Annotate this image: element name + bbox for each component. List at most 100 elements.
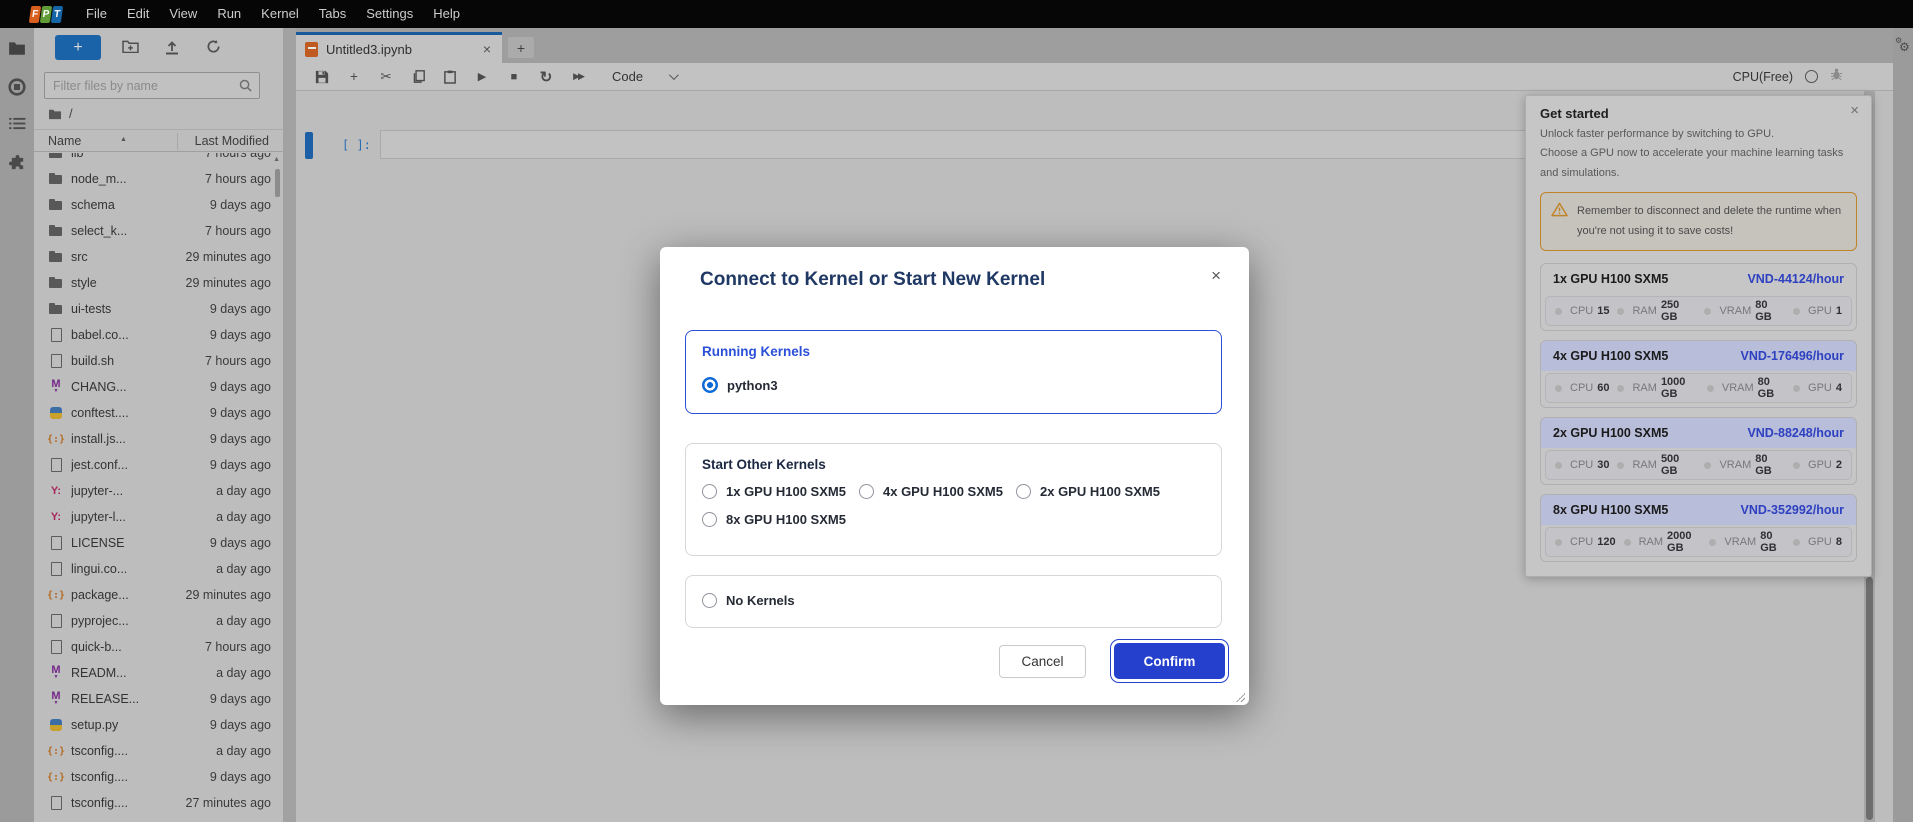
file-row[interactable]: package... 29 minutes ago [34,582,283,608]
cancel-button[interactable]: Cancel [999,645,1086,678]
file-row[interactable]: src 29 minutes ago [34,244,283,270]
upload-icon[interactable] [165,39,179,60]
spec-label-cpu: CPU [1570,382,1593,394]
kernel-option-python3[interactable]: python3 [702,377,778,393]
fast-forward-icon[interactable]: ▶▶ [571,71,585,82]
file-row[interactable]: lib 7 hours ago [34,153,283,166]
gpu-card[interactable]: 4x GPU H100 SXM5 VND-176496/hour CPU 60 … [1540,340,1857,408]
file-row[interactable]: lingui.co... a day ago [34,556,283,582]
menu-item[interactable]: Kernel [251,0,309,28]
panel-splitter[interactable] [283,28,296,822]
dialog-resize-handle[interactable] [1235,692,1245,702]
file-row[interactable]: ui-tests 9 days ago [34,296,283,322]
menu-item[interactable]: View [159,0,207,28]
panel-subtitle-2: Choose a GPU now to accelerate your mach… [1540,144,1857,183]
file-modified-time: 9 days ago [210,458,271,472]
gpu-card[interactable]: 8x GPU H100 SXM5 VND-352992/hour CPU 120… [1540,494,1857,562]
file-row[interactable]: LICENSE 9 days ago [34,530,283,556]
file-row[interactable]: babel.co... 9 days ago [34,322,283,348]
menu-item[interactable]: Edit [117,0,159,28]
dialog-close-icon[interactable]: × [1211,266,1221,286]
kernel-name[interactable]: CPU(Free) [1733,70,1793,84]
radio-icon[interactable] [702,512,717,527]
menu-item[interactable]: Tabs [309,0,356,28]
extensions-icon[interactable] [0,155,34,172]
insert-cell-icon[interactable]: + [347,69,361,84]
refresh-icon[interactable] [206,39,221,59]
file-row[interactable]: node_m... 7 hours ago [34,166,283,192]
file-row[interactable]: quick-b... 7 hours ago [34,634,283,660]
menu-item[interactable]: Run [207,0,251,28]
tab-title: Untitled3.ipynb [326,42,412,57]
running-kernels-icon[interactable] [0,78,34,96]
kernel-status-icon[interactable] [1805,70,1818,83]
file-row[interactable]: jupyter-... a day ago [34,478,283,504]
kernel-option-none[interactable]: No Kernels [702,593,795,608]
file-type-icon [48,691,64,707]
stop-icon[interactable]: ■ [507,71,521,83]
new-launcher-button[interactable]: + [55,35,101,60]
file-row[interactable]: build.sh 7 hours ago [34,348,283,374]
tab-untitled3[interactable]: Untitled3.ipynb × [296,32,502,63]
file-name: lib [71,153,205,160]
radio-icon[interactable] [702,484,717,499]
radio-icon[interactable] [1016,484,1031,499]
column-header-modified[interactable]: Last Modified [195,134,269,148]
paste-icon[interactable] [443,70,457,84]
column-header-name[interactable]: Name [48,134,81,148]
menu-item[interactable]: File [76,0,117,28]
file-row[interactable]: pyprojec... a day ago [34,608,283,634]
confirm-button[interactable]: Confirm [1114,643,1225,679]
restart-kernel-icon[interactable]: ↻ [539,68,553,86]
kernel-option[interactable]: 2x GPU H100 SXM5 [1016,484,1173,499]
copy-icon[interactable] [411,70,425,83]
radio-icon[interactable] [702,593,717,608]
file-browser-icon[interactable] [0,40,34,56]
cell-type-select[interactable]: Code [612,69,676,84]
filelist-scrollbar-thumb[interactable] [275,169,280,197]
spec-value-ram: 1000 GB [1661,376,1699,400]
add-tab-button[interactable]: + [508,37,534,58]
table-of-contents-icon[interactable] [0,117,34,130]
file-row[interactable]: install.js... 9 days ago [34,426,283,452]
bug-icon[interactable] [1830,67,1843,86]
save-icon[interactable] [315,70,329,84]
file-row[interactable]: jest.conf... 9 days ago [34,452,283,478]
file-row[interactable]: READM... a day ago [34,660,283,686]
gpu-card[interactable]: 2x GPU H100 SXM5 VND-88248/hour CPU 30 R… [1540,417,1857,485]
run-icon[interactable]: ▶ [475,70,489,83]
file-row[interactable]: conftest.... 9 days ago [34,400,283,426]
file-row[interactable]: select_k... 7 hours ago [34,218,283,244]
new-folder-icon[interactable] [122,39,139,58]
kernel-option[interactable]: 8x GPU H100 SXM5 [702,512,859,527]
file-row[interactable]: tsconfig.... 9 days ago [34,764,283,790]
kernel-option[interactable]: 1x GPU H100 SXM5 [702,484,859,499]
gpu-price: VND-88248/hour [1747,426,1844,440]
spec-value-cpu: 30 [1597,459,1609,471]
file-row[interactable]: RELEASE... 9 days ago [34,686,283,712]
file-row[interactable]: style 29 minutes ago [34,270,283,296]
cell-collapser[interactable] [305,132,313,159]
kernel-option[interactable]: 4x GPU H100 SXM5 [859,484,1016,499]
breadcrumb-root[interactable]: / [69,106,73,121]
spec-dot-icon [1555,385,1562,392]
panel-close-icon[interactable]: × [1850,102,1859,119]
file-row[interactable]: tsconfig.... a day ago [34,738,283,764]
file-row[interactable]: CHANG... 9 days ago [34,374,283,400]
tab-close-icon[interactable]: × [483,41,491,57]
breadcrumb[interactable]: / [48,106,73,121]
file-row[interactable]: schema 9 days ago [34,192,283,218]
file-row[interactable]: setup.py 9 days ago [34,712,283,738]
cut-icon[interactable]: ✂ [379,69,393,85]
radio-selected-icon[interactable] [702,377,718,393]
filter-files-input[interactable] [53,75,233,96]
menu-item[interactable]: Help [423,0,470,28]
gpu-card[interactable]: 1x GPU H100 SXM5 VND-44124/hour CPU 15 R… [1540,263,1857,331]
file-row[interactable]: tsconfig.... 27 minutes ago [34,790,283,816]
menu-item[interactable]: Settings [356,0,423,28]
radio-icon[interactable] [859,484,874,499]
filelist-scroll-up-icon[interactable]: ▲ [273,156,280,163]
page-scrollbar-thumb[interactable] [1866,577,1873,820]
spec-value-vram: 80 GB [1755,299,1785,323]
file-row[interactable]: jupyter-l... a day ago [34,504,283,530]
